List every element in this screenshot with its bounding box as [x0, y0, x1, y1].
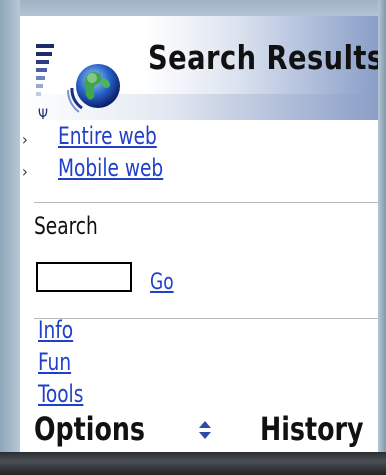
separator: [34, 202, 378, 203]
bullet-arrow-icon: ›: [22, 130, 28, 149]
bullet-arrow-icon: ›: [22, 162, 28, 181]
softkey-bar: Options History: [20, 408, 378, 452]
device-bezel-right: [378, 0, 386, 475]
device-bezel-left: [0, 0, 20, 475]
search-label: Search: [34, 212, 98, 240]
go-link[interactable]: Go: [150, 270, 174, 295]
title-pane: Ψ Search Results: [20, 16, 378, 123]
link-tools[interactable]: Tools: [38, 380, 83, 408]
globe-icon: [66, 64, 120, 113]
device-bezel-bottom: [0, 452, 386, 475]
phone-screen: Ψ Search Results › Entire web › Mobile w…: [20, 16, 378, 452]
separator: [34, 318, 378, 319]
antenna-icon: Ψ: [38, 107, 48, 123]
history-softkey[interactable]: History: [260, 410, 363, 448]
link-entire-web[interactable]: Entire web: [58, 122, 157, 150]
signal-strength-icon: [36, 44, 54, 112]
search-input[interactable]: [36, 262, 132, 292]
options-softkey[interactable]: Options: [34, 410, 145, 448]
scroll-indicator-icon: [199, 421, 211, 439]
link-mobile-web[interactable]: Mobile web: [58, 154, 163, 182]
link-fun[interactable]: Fun: [38, 348, 71, 376]
page-title: Search Results: [148, 38, 378, 77]
device-bezel-top: [0, 0, 386, 16]
link-info[interactable]: Info: [38, 316, 73, 344]
